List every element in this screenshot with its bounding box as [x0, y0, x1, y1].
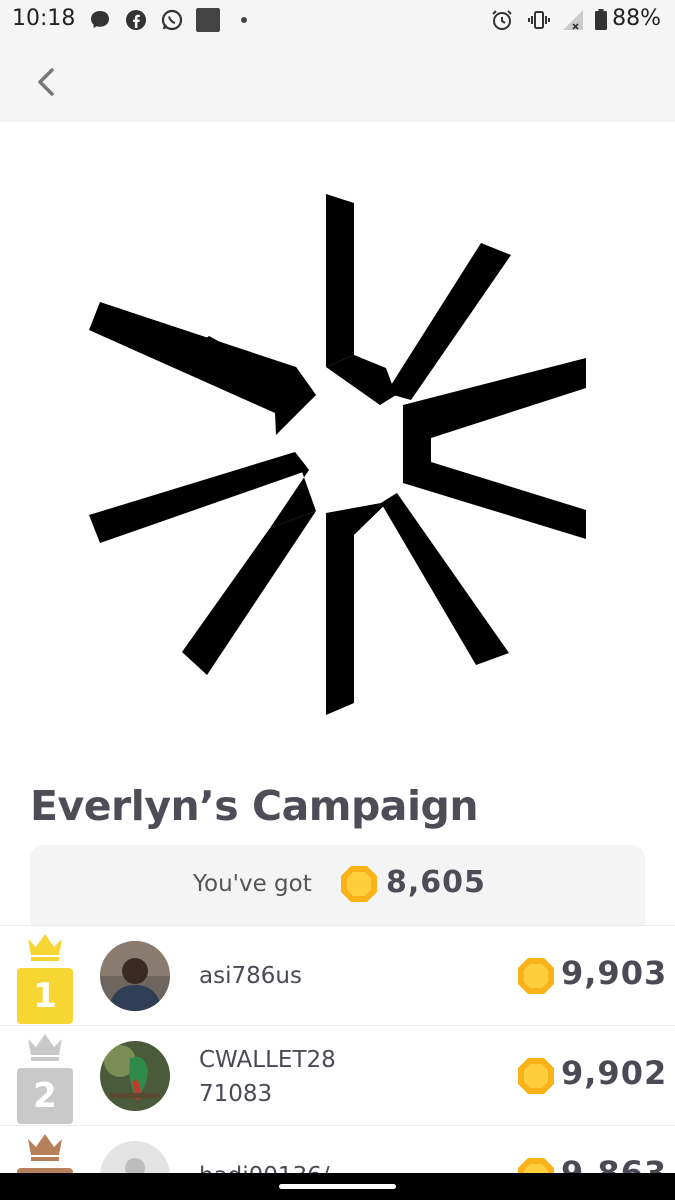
app-square-icon — [196, 8, 220, 32]
campaign-logo — [0, 122, 675, 782]
app-bar — [0, 40, 675, 122]
points-value: 9,902 — [561, 1054, 668, 1092]
avatar — [100, 1141, 170, 1173]
home-gesture-handle[interactable] — [279, 1184, 396, 1189]
crown-icon — [28, 1034, 62, 1061]
avatar — [100, 941, 170, 1011]
coin-icon — [518, 1158, 554, 1173]
avatar — [100, 1041, 170, 1111]
vibrate-icon — [528, 11, 550, 29]
crown-icon — [28, 1134, 62, 1161]
whatsapp-icon — [161, 9, 183, 31]
username: asi786us — [199, 963, 302, 989]
username: hadi00136/ — [199, 1159, 330, 1173]
dot-icon — [241, 17, 247, 23]
system-nav-bar — [0, 1173, 675, 1200]
campaign-title: Everlyn’s Campaign — [30, 782, 479, 830]
leaderboard-row-2[interactable]: 2 CWALLET28 71083 9,902 — [0, 1025, 675, 1125]
messenger-icon — [91, 11, 109, 28]
battery-percent: 88% — [612, 6, 661, 31]
crown-icon — [28, 934, 62, 961]
starburst-logo-icon — [89, 194, 586, 715]
coin-icon — [341, 866, 377, 902]
rank-badge: 2 — [17, 1068, 73, 1124]
chevron-left-icon — [38, 68, 54, 96]
points-value: 9,903 — [561, 954, 668, 992]
balance-label: You've got — [193, 871, 312, 897]
username-line-2: 71083 — [199, 1081, 273, 1107]
leaderboard-row-3[interactable]: 3 hadi00136/ 9,863 — [0, 1125, 675, 1173]
back-button[interactable] — [26, 60, 66, 104]
facebook-icon — [126, 10, 146, 30]
alarm-icon — [492, 10, 512, 30]
leaderboard-row-1[interactable]: 1 asi786us 9,903 — [0, 925, 675, 1025]
signal-icon — [563, 10, 583, 30]
coin-icon — [518, 1058, 554, 1094]
balance-card: You've got 8,605 — [30, 845, 645, 925]
points-value: 9,863 — [561, 1154, 668, 1173]
battery-icon — [595, 9, 607, 30]
rank-badge: 1 — [17, 968, 73, 1024]
status-bar: 10:18 88% — [0, 0, 675, 40]
balance-value: 8,605 — [386, 865, 486, 900]
status-time: 10:18 — [12, 6, 76, 31]
coin-icon — [518, 958, 554, 994]
username-line-1: CWALLET28 — [199, 1047, 336, 1073]
